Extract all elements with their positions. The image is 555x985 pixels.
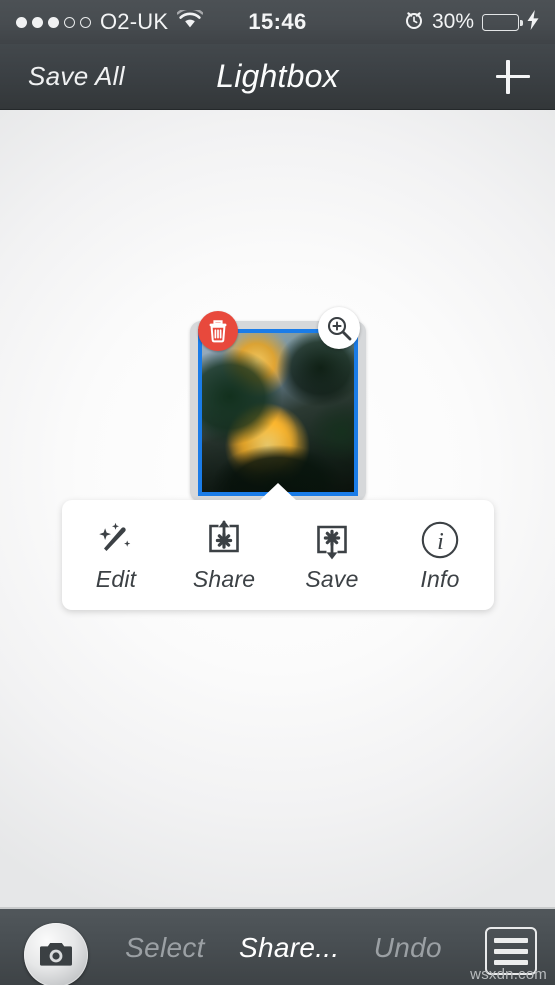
alarm-clock-icon bbox=[404, 10, 424, 35]
signal-dots-icon bbox=[16, 16, 91, 28]
lightbox-canvas: Edit Share Save i Info bbox=[0, 110, 555, 907]
plus-icon[interactable] bbox=[491, 55, 535, 99]
popover-item-label: Share bbox=[192, 565, 256, 592]
popover-item-label: Edit bbox=[95, 565, 137, 592]
photo-image bbox=[202, 333, 354, 492]
info-circle-icon: i bbox=[419, 518, 461, 562]
status-bar-left: O2-UK bbox=[16, 7, 204, 35]
lightning-bolt-icon bbox=[527, 9, 539, 35]
camera-icon bbox=[39, 940, 73, 971]
toolbar-actions: Select Share... Undo bbox=[108, 909, 459, 985]
camera-button[interactable] bbox=[24, 923, 88, 985]
photo-frame[interactable] bbox=[198, 329, 358, 496]
watermark: wsxdn.com bbox=[470, 966, 547, 983]
status-bar: O2-UK 15:46 30% bbox=[0, 0, 555, 44]
battery-percent-label: 30% bbox=[431, 10, 474, 33]
app-screen: O2-UK 15:46 30% Save All Lightbox Edit S… bbox=[0, 0, 555, 985]
toolbar-item-select[interactable]: Select bbox=[119, 928, 211, 968]
popover-item-edit[interactable]: Edit bbox=[62, 500, 170, 610]
popover-arrow bbox=[259, 483, 297, 501]
svg-text:i: i bbox=[437, 529, 444, 555]
toolbar-item-share[interactable]: Share... bbox=[233, 928, 345, 968]
trash-icon[interactable] bbox=[198, 311, 238, 351]
magnifier-plus-icon[interactable] bbox=[318, 307, 360, 349]
toolbar-item-undo[interactable]: Undo bbox=[368, 928, 448, 968]
save-all-button[interactable]: Save All bbox=[24, 55, 129, 98]
popover-item-label: Info bbox=[420, 565, 460, 592]
popover-item-share[interactable]: Share bbox=[170, 500, 278, 610]
navigation-bar: Save All Lightbox bbox=[0, 44, 555, 110]
popover-item-save[interactable]: Save bbox=[278, 500, 386, 610]
status-bar-right: 30% bbox=[404, 9, 539, 35]
popover-item-label: Save bbox=[305, 565, 359, 592]
share-box-up-arrow-icon bbox=[204, 518, 244, 562]
save-box-down-arrow-icon bbox=[312, 518, 352, 562]
action-popover: Edit Share Save i Info bbox=[62, 483, 494, 610]
magic-wand-icon bbox=[95, 518, 137, 562]
wifi-icon bbox=[176, 7, 204, 34]
battery-icon bbox=[482, 13, 523, 31]
popover-item-info[interactable]: i Info bbox=[386, 500, 494, 610]
carrier-label: O2-UK bbox=[100, 9, 169, 34]
